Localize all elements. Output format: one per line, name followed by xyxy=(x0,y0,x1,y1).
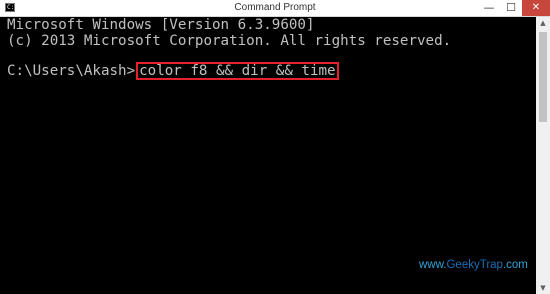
watermark: www.GeekyTrap.com xyxy=(419,259,528,271)
prompt-path: C:\Users\Akash> xyxy=(7,63,136,79)
close-button[interactable]: ✕ xyxy=(522,0,550,16)
scroll-down-icon[interactable]: ▼ xyxy=(536,282,550,294)
console-output[interactable]: Microsoft Windows [Version 6.3.9600] (c)… xyxy=(0,17,535,294)
command-line[interactable]: C:\Users\Akash> color f8 && dir && time xyxy=(7,62,339,80)
version-line: Microsoft Windows [Version 6.3.9600] xyxy=(7,17,315,33)
scroll-thumb[interactable] xyxy=(539,32,547,122)
vertical-scrollbar[interactable]: ▲ ▼ xyxy=(536,17,550,294)
title-bar[interactable]: C:\ Command Prompt — ☐ ✕ xyxy=(0,0,550,17)
minimize-button[interactable]: — xyxy=(478,0,500,16)
maximize-button[interactable]: ☐ xyxy=(500,0,522,16)
command-prompt-window: C:\ Command Prompt — ☐ ✕ Microsoft Windo… xyxy=(0,0,550,294)
copyright-line: (c) 2013 Microsoft Corporation. All righ… xyxy=(7,33,452,49)
window-title: Command Prompt xyxy=(234,2,316,13)
scroll-up-icon[interactable]: ▲ xyxy=(536,17,550,29)
highlighted-command: color f8 && dir && time xyxy=(136,62,339,80)
